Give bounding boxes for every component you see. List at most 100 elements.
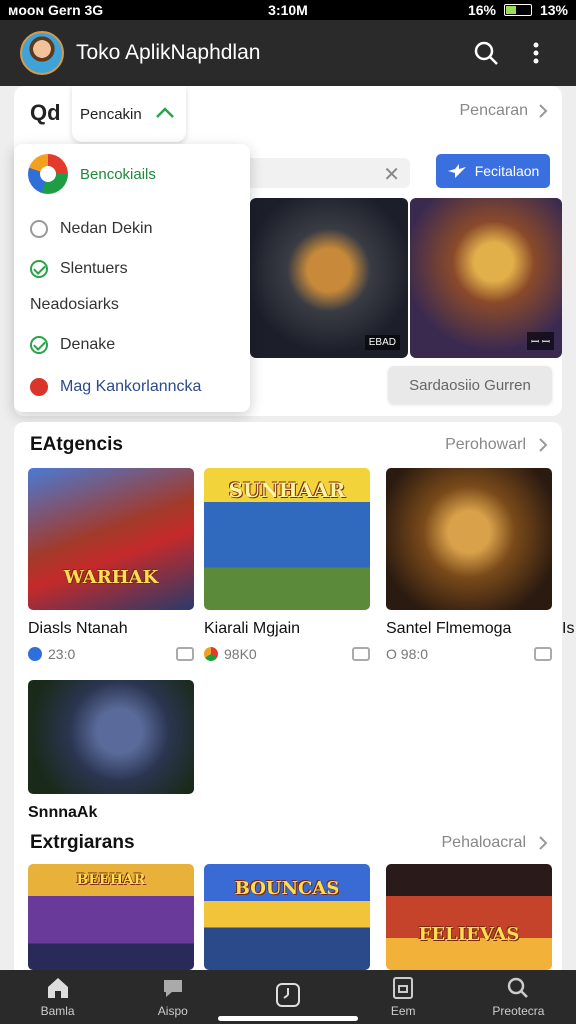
dropdown-item[interactable]: Mag Kankorlanncka (30, 378, 201, 396)
clock-text: 3:10M (268, 2, 308, 18)
tablet-icon (393, 977, 414, 999)
nav-label: Eem (390, 1004, 416, 1018)
alert-icon (30, 378, 48, 396)
game-rating: 98K0 (224, 646, 257, 662)
section-title-2: Extrgiarans (30, 832, 135, 853)
game-card[interactable]: WARHAK Diasls Ntanah 23:0 (28, 468, 194, 662)
store-logo-icon (28, 154, 68, 194)
game-card[interactable]: BOUNCAS (204, 864, 370, 970)
app-bar: Toko AplikNaphdlan (0, 20, 576, 86)
clock-icon (276, 983, 300, 1007)
thumbnail-title: BEEHAR (76, 872, 146, 888)
search-label[interactable]: Qd (30, 100, 61, 126)
dropdown-item-label: Denake (60, 336, 116, 353)
nav-label: Aispo (157, 1004, 188, 1018)
radio-icon (30, 220, 48, 238)
check-circle-icon (30, 336, 48, 354)
nav-item-home[interactable]: Bamla (0, 970, 115, 1024)
check-circle-icon (30, 260, 48, 278)
game-card[interactable]: SnnnaAk (28, 680, 194, 822)
section-link-label: Perohowarl (445, 436, 526, 453)
hero-image-2[interactable]: ꟷ ꟷ (410, 198, 562, 358)
download-icon[interactable] (176, 647, 194, 661)
nav-item-search[interactable]: Preotecra (461, 970, 576, 1024)
nav-label: Preotecra (492, 1004, 545, 1018)
search-link[interactable]: Pencaran (460, 102, 549, 120)
hero-tag-2: ꟷ ꟷ (526, 332, 554, 350)
nav-item-chat[interactable]: Aispo (115, 970, 230, 1024)
game-thumbnail (28, 680, 194, 794)
bird-icon (447, 164, 466, 178)
dropdown-header-label: Bencokiails (80, 165, 156, 183)
tab-search[interactable]: Pencakin (72, 86, 186, 142)
section-more: BEEHAR BOUNCAS FELIEVAS (14, 864, 562, 970)
page-title: Toko AplikNaphdlan (76, 41, 261, 64)
close-icon[interactable]: ✕ (383, 162, 400, 187)
chat-icon (163, 980, 182, 997)
game-thumbnail: BEEHAR (28, 864, 194, 970)
home-indicator[interactable] (218, 1016, 358, 1021)
dropdown-item[interactable]: Nedan Dekin (30, 220, 153, 238)
home-icon (47, 978, 68, 998)
game-card[interactable]: SUNHAAR Kiarali Mgjain 98K0 (204, 468, 370, 662)
game-card[interactable]: Santel Flmemoga O 98:0 (386, 468, 552, 662)
game-thumbnail: WARHAK (28, 468, 194, 610)
dropdown-item[interactable]: Denake (30, 336, 115, 354)
section-title: EAtgencis (30, 434, 123, 455)
avatar[interactable] (20, 31, 64, 75)
download-icon[interactable] (534, 647, 552, 661)
carrier-text: ᴍᴏᴏɴ Gern 3G (8, 2, 104, 18)
chevron-right-icon (539, 836, 548, 850)
clipped-title: Is (562, 620, 575, 637)
game-title: Kiarali Mgjain (204, 620, 301, 637)
signal-percent: 13% (539, 2, 568, 18)
hero-image-1[interactable]: EBAD (250, 198, 408, 358)
search-input[interactable]: ✕ (240, 158, 410, 188)
game-thumbnail: FELIEVAS (386, 864, 552, 970)
primary-button[interactable]: Fecitalaon (436, 154, 550, 188)
filter-row: Qd Pencakin Pencaran (14, 86, 562, 142)
thumbnail-title: BOUNCAS (234, 878, 340, 899)
game-thumbnail: SUNHAAR (204, 468, 370, 610)
primary-button-label: Fecitalaon (474, 163, 540, 179)
game-card[interactable]: BEEHAR (28, 864, 194, 970)
thumbnail-title: WARHAK (63, 567, 159, 588)
more-vert-icon[interactable] (516, 33, 556, 73)
dropdown-item-label: Mag Kankorlanncka (60, 378, 202, 395)
game-title: Santel Flmemoga (386, 620, 512, 637)
dropdown-item-label: Slentuers (60, 260, 128, 277)
dropdown-header[interactable]: Bencokiails (28, 154, 156, 194)
section-featured: EAtgencis Perohowarl WARHAK Diasls Ntana… (14, 422, 574, 892)
thumbnail-title: FELIEVAS (418, 924, 520, 945)
dropdown-item[interactable]: Neadosiarks (30, 296, 119, 314)
main-content: Qd Pencakin Pencaran ✕ Fecitalaon EBAD ꟷ… (0, 86, 576, 970)
rating-icon (28, 647, 42, 661)
dropdown-item-label: Nedan Dekin (60, 220, 153, 237)
game-title: Diasls Ntanah (28, 620, 128, 637)
game-card[interactable]: FELIEVAS (386, 864, 552, 970)
chevron-right-icon (539, 104, 548, 118)
game-rating: O 98:0 (386, 646, 429, 662)
secondary-button[interactable]: Sardaosiio Gurren (388, 366, 552, 404)
battery-icon (503, 4, 532, 16)
search-link-label: Pencaran (459, 102, 529, 119)
dropdown-item[interactable]: Slentuers (30, 260, 128, 278)
nav-label: Bamla (40, 1004, 75, 1018)
section-link-2[interactable]: Pehaloacral (442, 834, 549, 852)
download-icon[interactable] (352, 647, 370, 661)
battery-percent: 16% (467, 2, 496, 18)
thumbnail-title: SUNHAAR (228, 478, 346, 502)
status-bar: ᴍᴏᴏɴ Gern 3G 3:10M 16% 13% (0, 0, 576, 20)
search-icon (508, 977, 529, 998)
game-thumbnail: BOUNCAS (204, 864, 370, 970)
game-title: SnnnaAk (28, 804, 98, 821)
rating-icon (204, 647, 218, 661)
nav-item-tablet[interactable]: Eem (346, 970, 461, 1024)
game-thumbnail (386, 468, 552, 610)
dropdown-item-label: Neadosiarks (30, 296, 119, 313)
chevron-up-icon (156, 107, 174, 118)
chevron-right-icon (539, 438, 548, 452)
filter-dropdown: Bencokiails Nedan Dekin Slentuers Neados… (14, 144, 250, 412)
search-icon[interactable] (466, 33, 506, 73)
section-link[interactable]: Perohowarl (445, 436, 548, 454)
